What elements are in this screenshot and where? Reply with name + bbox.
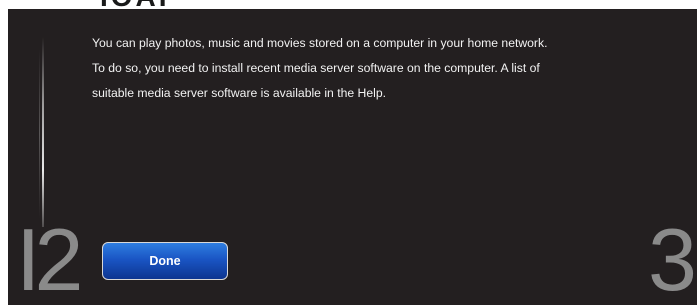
current-step-number: 2	[34, 210, 83, 305]
step-prefix: I	[16, 210, 41, 305]
instruction-line: To do so, you need to install recent med…	[92, 61, 540, 75]
wizard-panel: You can play photos, music and movies st…	[8, 9, 697, 305]
current-step-indicator: I2	[16, 216, 83, 304]
instruction-line: suitable media server software is availa…	[92, 86, 386, 100]
next-step-indicator: 3	[648, 210, 697, 305]
done-button[interactable]: Done	[102, 242, 228, 280]
instruction-text: You can play photos, music and movies st…	[92, 31, 652, 106]
decorative-divider	[42, 37, 44, 227]
instruction-line: You can play photos, music and movies st…	[92, 36, 548, 50]
title-strip: IOAI	[0, 0, 697, 9]
page-title: IOAI	[100, 0, 170, 9]
decorative-divider	[39, 49, 40, 219]
